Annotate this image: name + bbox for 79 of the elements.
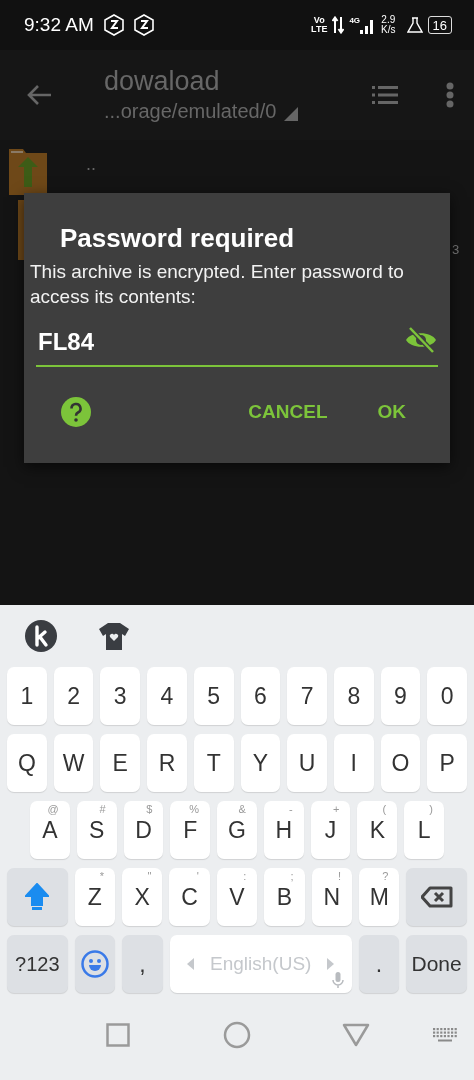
home-button[interactable] [223, 1021, 251, 1049]
key[interactable]: Q [7, 734, 47, 792]
smiley-icon [80, 950, 109, 978]
shirt-icon[interactable] [98, 621, 130, 651]
cancel-button[interactable]: CANCEL [238, 393, 338, 431]
battery-level-text: 16 [432, 17, 447, 33]
dialog-message: This archive is encrypted. Enter password to access its contents: [30, 260, 405, 309]
right-chevron-icon [327, 958, 335, 970]
key[interactable]: G & [217, 801, 257, 859]
flask-icon [406, 17, 423, 33]
k-logo-icon[interactable] [24, 619, 58, 653]
key[interactable]: N ! [311, 868, 353, 926]
key[interactable]: R [147, 734, 187, 792]
recents-button[interactable] [106, 1023, 130, 1047]
key[interactable]: K ( [357, 801, 398, 859]
key[interactable]: H - [263, 801, 304, 859]
key[interactable]: , [122, 935, 163, 993]
volte-text: Vo [313, 16, 325, 25]
key[interactable]: Y [240, 734, 281, 792]
dialog-title: Password required [60, 222, 296, 255]
shift-key[interactable] [7, 868, 68, 926]
list-view-icon[interactable] [372, 85, 398, 105]
back-button[interactable] [342, 1023, 370, 1047]
key[interactable]: T [193, 734, 234, 792]
key[interactable]: J + [310, 801, 351, 859]
key[interactable]: X " [122, 868, 163, 926]
microphone-icon [331, 972, 344, 988]
key[interactable]: Z * [74, 868, 115, 926]
more-icon[interactable] [446, 82, 454, 108]
done-key[interactable]: Done [406, 935, 467, 993]
folder-path: ...orage/emulated/0 [104, 99, 277, 124]
key[interactable]: L ) [404, 801, 445, 859]
key[interactable]: 8 [333, 667, 374, 725]
key[interactable]: A @ [30, 801, 70, 859]
speed-text: 2.9 [381, 15, 396, 25]
emoji-key[interactable] [74, 935, 116, 993]
folder-title: dowaload [104, 65, 221, 97]
key[interactable]: M ? [359, 868, 400, 926]
volte-text: LTE [311, 25, 328, 34]
key[interactable]: U [287, 734, 327, 792]
key[interactable]: 0 [427, 667, 468, 725]
key[interactable]: 1 [7, 667, 47, 725]
back-arrow-icon[interactable] [26, 84, 52, 106]
keyboard-icon[interactable] [432, 1028, 458, 1042]
password-field[interactable]: FL84 [36, 319, 438, 367]
dropdown-triangle-icon[interactable] [284, 107, 299, 121]
hexagon-icon [133, 14, 154, 36]
key[interactable]: 5 [193, 667, 234, 725]
key[interactable]: 3 [100, 667, 141, 725]
key[interactable]: I [333, 734, 374, 792]
key[interactable]: 7 [287, 667, 327, 725]
key[interactable]: 4 [147, 667, 187, 725]
key[interactable]: 2 [53, 667, 94, 725]
left-chevron-icon [187, 958, 195, 970]
key[interactable]: 9 [380, 667, 421, 725]
backspace-icon [420, 886, 453, 908]
ok-button[interactable]: OK [367, 393, 416, 431]
network-type-text: 4G [349, 16, 361, 25]
help-icon[interactable] [60, 396, 92, 428]
key[interactable]: C ' [169, 868, 210, 926]
key[interactable]: P [427, 734, 468, 792]
key[interactable]: O [380, 734, 421, 792]
symbols-key[interactable]: ?123 [7, 935, 68, 993]
key[interactable]: F % [170, 801, 211, 859]
key[interactable]: S # [76, 801, 117, 859]
key[interactable]: E [100, 734, 141, 792]
hexagon-icon [103, 14, 124, 36]
key[interactable]: 6 [240, 667, 281, 725]
key[interactable]: D $ [123, 801, 164, 859]
key[interactable]: . [358, 935, 400, 993]
backspace-key[interactable] [406, 868, 468, 926]
key[interactable]: W [53, 734, 94, 792]
item-count-text: 3 [452, 242, 460, 257]
clock-text: 9:32 AM [24, 14, 94, 36]
key[interactable]: B ; [264, 868, 305, 926]
speed-unit-text: K/s [381, 25, 396, 35]
eye-off-icon[interactable] [404, 326, 438, 354]
data-arrows-icon [332, 16, 345, 34]
key[interactable]: V : [216, 868, 258, 926]
